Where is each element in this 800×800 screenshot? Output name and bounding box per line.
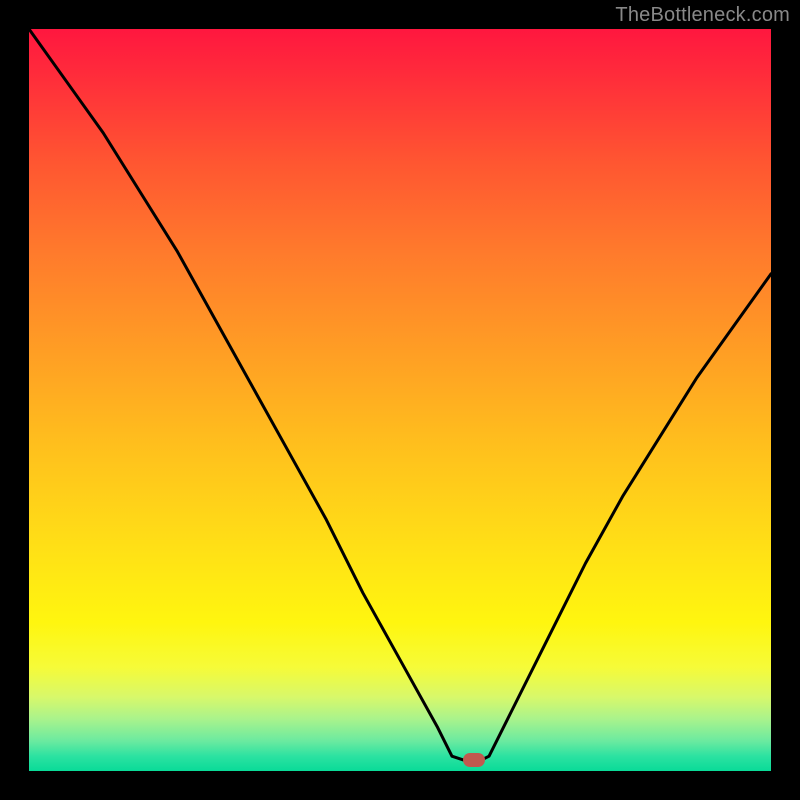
watermark-text: TheBottleneck.com	[615, 4, 790, 27]
plot-area	[29, 29, 771, 771]
bottleneck-curve-path	[29, 29, 771, 764]
chart-frame: TheBottleneck.com	[0, 0, 800, 800]
minimum-marker	[463, 753, 485, 767]
curve-svg	[29, 29, 771, 771]
